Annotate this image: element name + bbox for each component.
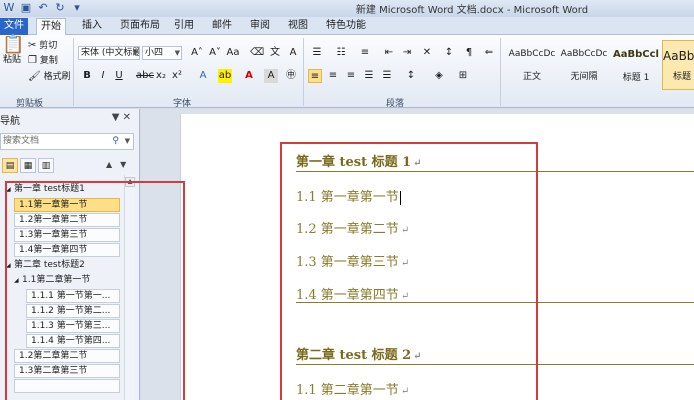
nav-search-placeholder: 搜索文档 [3,136,40,146]
underline-icon[interactable]: U [112,69,126,83]
borders-icon[interactable]: ⊞ [456,69,470,83]
font-name-combo[interactable]: 宋体 (中文标题 ▼ [78,46,140,60]
style-preview: AaBbC [663,49,694,63]
distributed-icon[interactable]: ☰ [380,69,394,83]
group-divider [303,38,304,106]
window-title: 新建 Microsoft Word 文档.docx - Microsoft Wo… [355,5,589,16]
numbering-icon[interactable]: ☷ [334,46,348,60]
paste-button[interactable]: 📋 粘贴 [2,34,25,79]
copy-label: 复制 [39,56,58,66]
style-name: 标题 [672,72,691,82]
chevron-down-icon: ▼ [132,49,138,57]
increase-indent-icon[interactable]: ⇥ [400,46,414,60]
brush-icon: 🖌 [28,71,41,82]
group-divider [500,38,501,106]
align-left-icon[interactable]: ≡ [308,69,322,83]
copy-button[interactable]: ❐ 复制 [28,55,58,67]
tab-view[interactable]: 视图 [284,18,312,35]
chevron-down-icon: ▼ [174,49,180,57]
superscript-icon[interactable]: x² [170,69,184,83]
tab-review[interactable]: 审阅 [246,18,274,35]
format-painter-button[interactable]: 🖌 格式刷 [28,71,71,83]
style-no-spacing[interactable]: AaBbCcDc 无间隔 [558,40,610,90]
style-name: 无间隔 [570,72,598,82]
annotation-box-nav [5,181,185,400]
group-divider [73,38,74,106]
style-heading-1[interactable]: AaBbCcl 标题 1 [610,40,662,90]
style-title[interactable]: AaBbC 标题 [662,40,694,90]
shrink-font-icon[interactable]: A˅ [206,46,224,60]
phonetic-guide-icon[interactable]: 文 [268,46,282,60]
nav-prev-next[interactable]: ▲▼ [106,160,134,169]
paste-label: 粘贴 [2,55,21,65]
tab-page-layout[interactable]: 页面布局 [116,18,164,35]
clear-format-icon[interactable]: ⌫ [250,46,264,60]
nav-view-tabs: ▤ ▦ ▥ [2,158,54,173]
subscript-icon[interactable]: x₂ [154,69,168,83]
font-color-icon[interactable]: A [242,69,256,83]
cut-label: 剪切 [39,41,58,51]
ribbon-tab-bar: 文件 开始 插入 页面布局 引用 邮件 审阅 视图 特色功能 [0,17,694,35]
italic-icon[interactable]: I [96,69,110,83]
line-spacing-icon[interactable]: ↕ [404,69,418,83]
tab-references[interactable]: 引用 [170,18,198,35]
results-view-icon[interactable]: ▥ [38,158,54,173]
tab-special-features[interactable]: 特色功能 [322,18,370,35]
sort-icon[interactable]: ↕ [442,46,456,60]
style-name: 正文 [522,72,541,82]
clipboard-icon: 📋 [2,34,25,55]
font-name-value: 宋体 (中文标题 [81,48,140,58]
annotation-box-document [280,142,538,400]
decrease-indent-icon[interactable]: ⇤ [382,46,396,60]
justify-icon[interactable]: ☰ [362,69,376,83]
font-size-value: 小四 [145,48,164,58]
title-bar: W ▣ ↶ ↻ ▾ 新建 Microsoft Word 文档.docx - Mi… [0,0,694,17]
show-marks-icon[interactable]: ¶ [462,46,476,60]
nav-options-icon[interactable]: ▼ ✕ [112,112,131,123]
tab-file[interactable]: 文件 [0,18,28,35]
text-effects-icon[interactable]: A [196,69,210,83]
tab-mailings[interactable]: 邮件 [208,18,236,35]
tab-home[interactable]: 开始 [36,18,66,35]
style-preview: AaBbCcDc [508,49,556,59]
style-preview: AaBbCcDc [560,49,608,59]
ribbon: 📋 粘贴 ✂ 剪切 ❐ 复制 🖌 格式刷 剪贴板 宋体 (中文标题 ▼ 小四 ▼… [0,34,694,109]
bullets-icon[interactable]: ☰ [310,46,324,60]
chevron-down-icon[interactable]: ▼ [125,134,130,149]
pages-view-icon[interactable]: ▦ [20,158,36,173]
style-name: 标题 1 [622,73,650,83]
highlight-icon[interactable]: ab [218,69,232,83]
scissors-icon: ✂ [28,40,37,51]
show-marks-toggle-icon[interactable]: ⇐ [482,46,496,60]
enclose-char-icon[interactable]: ㊥ [284,69,298,83]
headings-view-icon[interactable]: ▤ [2,158,18,173]
align-right-icon[interactable]: ≡ [344,69,358,83]
align-center-icon[interactable]: ≡ [326,69,340,83]
char-border-icon[interactable]: A [286,46,300,60]
chinese-layout-icon[interactable]: ✕ [420,46,434,60]
style-preview: AaBbCcl [613,49,659,60]
grow-font-icon[interactable]: A˄ [188,46,206,60]
style-normal[interactable]: AaBbCcDc 正文 [506,40,558,90]
shading-icon[interactable]: ◈ [432,69,446,83]
nav-search-input[interactable]: 搜索文档 ⚲ ▼ [0,133,134,150]
bold-icon[interactable]: B [80,69,94,83]
multilevel-list-icon[interactable]: ≡ [358,46,372,60]
tab-insert[interactable]: 插入 [78,18,106,35]
copy-icon: ❐ [28,55,37,66]
font-group-label: 字体 [173,99,192,109]
paragraph-group-label: 段落 [386,99,405,109]
clipboard-group-label: 剪贴板 [16,99,44,109]
search-icon[interactable]: ⚲ [112,134,119,149]
font-size-combo[interactable]: 小四 ▼ [142,46,182,60]
cut-button[interactable]: ✂ 剪切 [28,40,57,52]
strikethrough-icon[interactable]: abc [136,69,154,83]
nav-title: 导航 [0,116,20,127]
format-painter-label: 格式刷 [43,72,71,82]
char-shading-icon[interactable]: A [264,69,278,83]
change-case-icon[interactable]: Aa [226,46,240,60]
